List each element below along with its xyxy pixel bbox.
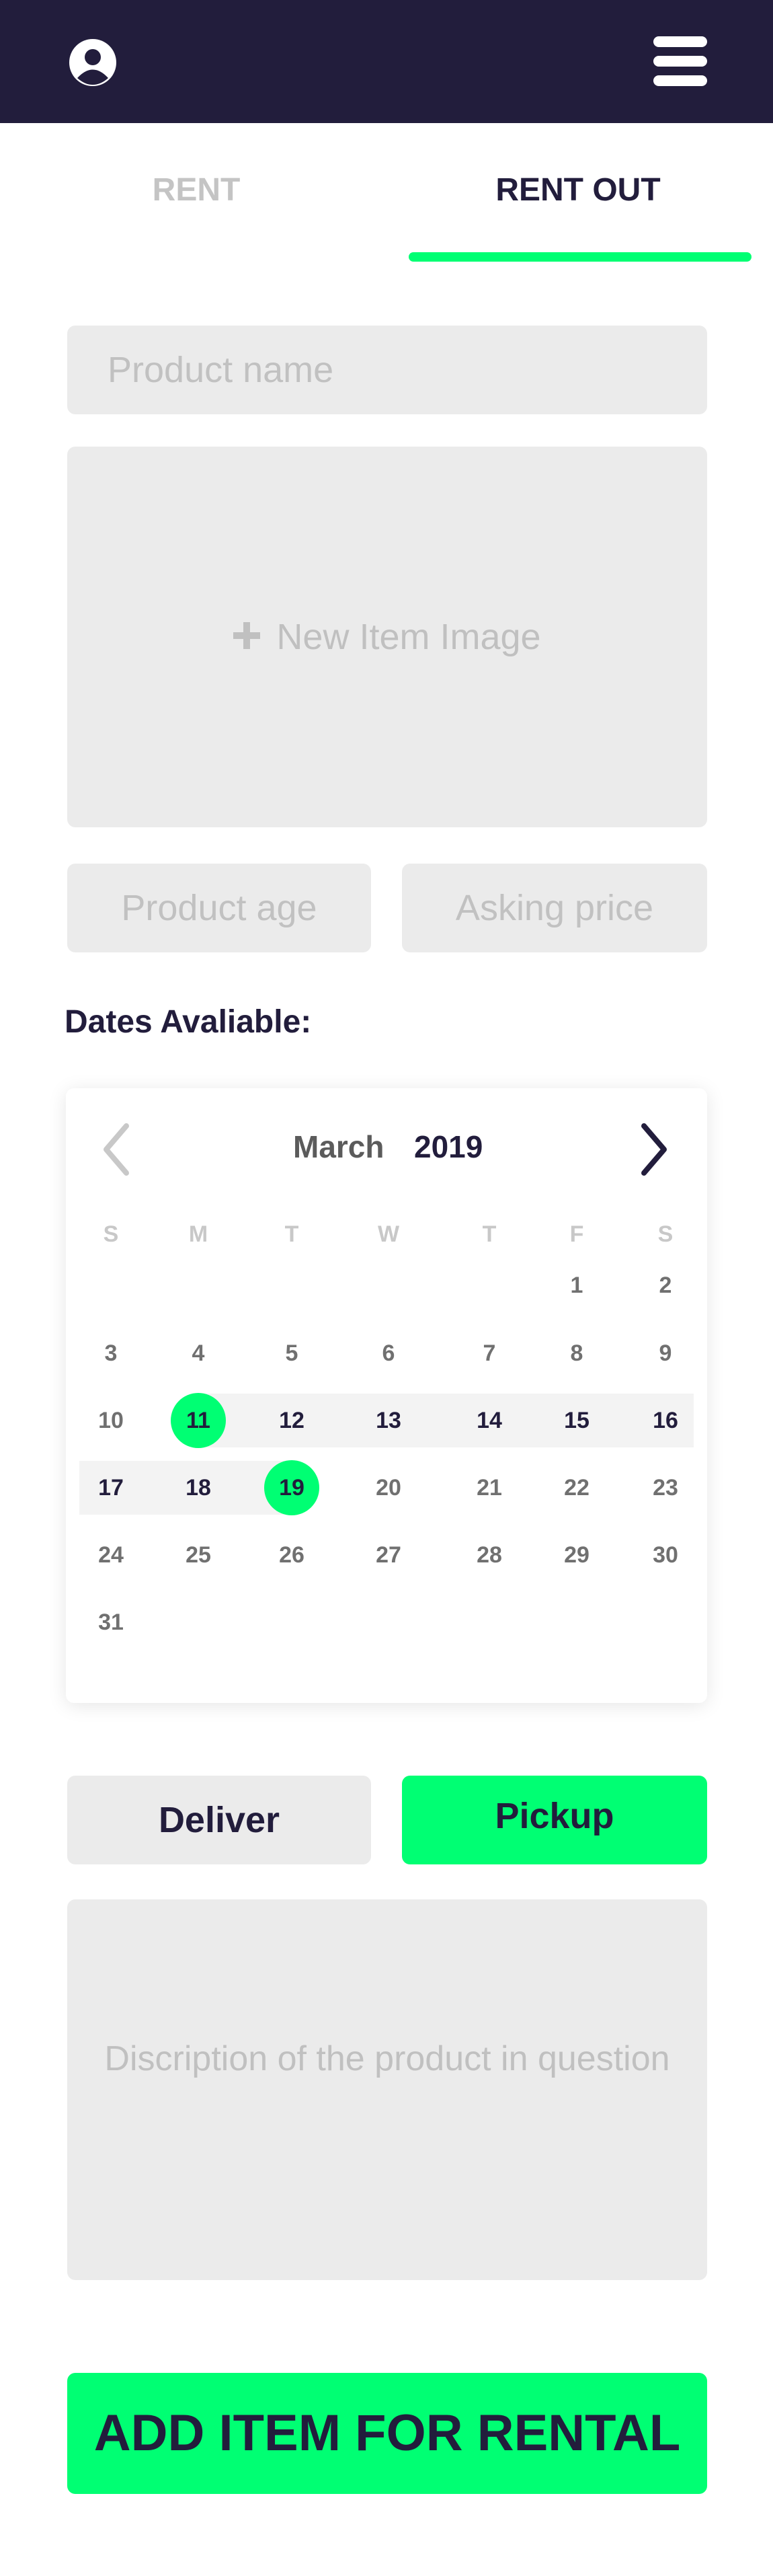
hamburger-menu-icon[interactable] [653, 36, 707, 86]
add-item-for-rental-button[interactable]: ADD ITEM FOR RENTAL [67, 2373, 707, 2494]
calendar-day[interactable]: 30 [639, 1528, 692, 1582]
calendar-day[interactable]: 25 [171, 1528, 225, 1582]
date-picker-calendar: March 2019 S M T W T F S 1 2 3 4 5 6 7 8 9 10 11 12 13 14 15 1… [66, 1088, 707, 1703]
calendar-day[interactable]: 18 [171, 1461, 225, 1515]
weekday-header: M [188, 1221, 208, 1247]
pickup-button[interactable]: Pickup [402, 1776, 707, 1864]
calendar-day[interactable]: 3 [84, 1326, 138, 1380]
calendar-day[interactable]: 15 [550, 1394, 604, 1447]
calendar-day[interactable]: 13 [362, 1394, 415, 1447]
new-item-image-upload[interactable]: New Item Image [67, 447, 707, 827]
calendar-day[interactable]: 16 [639, 1394, 692, 1447]
user-circle-icon[interactable] [66, 39, 120, 86]
calendar-day[interactable]: 14 [462, 1394, 516, 1447]
calendar-day[interactable]: 5 [265, 1326, 319, 1380]
calendar-day[interactable]: 20 [362, 1461, 415, 1515]
weekday-header: S [657, 1221, 674, 1247]
calendar-day[interactable]: 26 [265, 1528, 319, 1582]
image-upload-label-group: New Item Image [67, 447, 707, 827]
weekday-header: T [482, 1221, 497, 1247]
calendar-day[interactable]: 9 [639, 1326, 692, 1380]
calendar-day[interactable]: 2 [639, 1258, 692, 1312]
calendar-day[interactable]: 1 [550, 1258, 604, 1312]
plus-icon [233, 616, 261, 658]
calendar-day[interactable]: 27 [362, 1528, 415, 1582]
calendar-day[interactable]: 24 [84, 1528, 138, 1582]
calendar-day[interactable]: 7 [462, 1326, 516, 1380]
product-age-input[interactable] [67, 864, 371, 952]
calendar-year: 2019 [414, 1129, 483, 1164]
weekday-header: T [284, 1221, 299, 1247]
calendar-day[interactable]: 23 [639, 1461, 692, 1515]
calendar-day[interactable]: 4 [171, 1326, 225, 1380]
calendar-day[interactable]: 6 [362, 1326, 415, 1380]
weekday-header: S [103, 1221, 119, 1247]
deliver-button[interactable]: Deliver [67, 1776, 371, 1864]
calendar-day[interactable]: 12 [265, 1394, 319, 1447]
calendar-day[interactable]: 8 [550, 1326, 604, 1380]
product-name-input[interactable] [67, 326, 707, 414]
weekday-header: W [377, 1221, 400, 1247]
calendar-day[interactable]: 10 [84, 1394, 138, 1447]
app-header [0, 0, 773, 123]
product-description-input[interactable] [67, 1899, 707, 2280]
tab-rent-out[interactable]: RENT OUT [430, 169, 726, 211]
image-upload-label: New Item Image [276, 617, 541, 657]
weekday-header: F [569, 1221, 584, 1247]
chevron-right-icon[interactable] [637, 1119, 671, 1180]
calendar-day[interactable]: 21 [462, 1461, 516, 1515]
calendar-month: March [293, 1129, 384, 1164]
calendar-day[interactable]: 17 [84, 1461, 138, 1515]
calendar-day[interactable]: 29 [550, 1528, 604, 1582]
active-tab-indicator [409, 252, 751, 262]
calendar-day[interactable]: 11 [171, 1394, 225, 1447]
calendar-day[interactable]: 22 [550, 1461, 604, 1515]
calendar-day[interactable]: 28 [462, 1528, 516, 1582]
asking-price-input[interactable] [402, 864, 707, 952]
tab-rent[interactable]: RENT [67, 169, 325, 211]
calendar-day[interactable]: 19 [265, 1461, 319, 1515]
dates-available-label: Dates Avaliable: [65, 1004, 312, 1040]
calendar-day[interactable]: 31 [84, 1595, 138, 1649]
chevron-left-icon[interactable] [99, 1119, 133, 1180]
